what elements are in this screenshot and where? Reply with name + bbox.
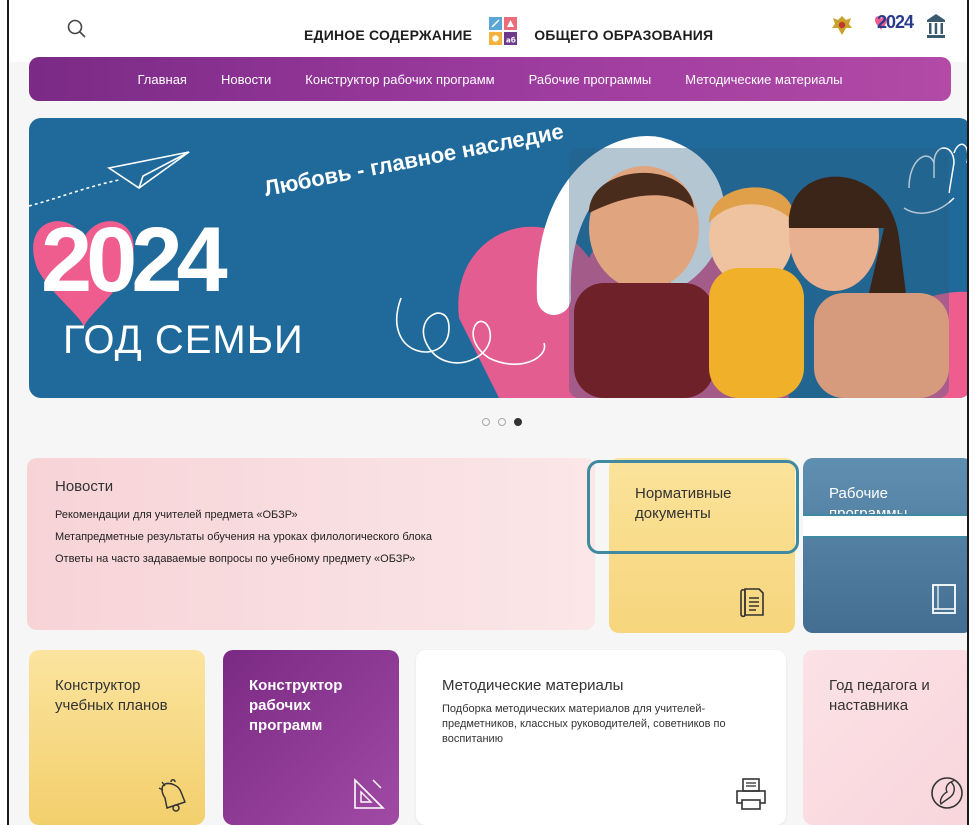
- book-icon: [932, 584, 956, 614]
- year-of-family-logo[interactable]: 2024: [869, 12, 914, 40]
- paper-plane-icon: [29, 151, 190, 207]
- slider-dot-1[interactable]: [482, 418, 490, 426]
- banner-subtitle: ГОД СЕМЬИ: [63, 318, 304, 362]
- main-nav: Главная Новости Конструктор рабочих прог…: [29, 57, 951, 101]
- news-item[interactable]: Рекомендации для учителей предмета «ОБЗР…: [55, 504, 432, 526]
- crane-icon: [931, 777, 963, 809]
- academy-logo[interactable]: [925, 12, 947, 40]
- year-of-family-number: 2024: [877, 12, 914, 32]
- curriculum-constructor-card[interactable]: Конструктор учебных планов: [29, 650, 205, 825]
- slider-dots: [482, 418, 522, 426]
- news-heading[interactable]: Новости: [55, 478, 113, 495]
- news-card[interactable]: Новости Рекомендации для учителей предме…: [27, 458, 595, 630]
- bell-icon: [158, 779, 186, 812]
- hero-banner[interactable]: Любовь - главное наследие 2024 ГОД СЕМЬИ: [29, 118, 967, 398]
- overlay-bar: [803, 514, 967, 538]
- site-title-left: ЕДИНОЕ СОДЕРЖАНИЕ: [304, 27, 473, 43]
- nav-item-home[interactable]: Главная: [137, 72, 186, 87]
- curriculum-constructor-title: Конструктор учебных планов: [55, 677, 168, 714]
- site-header: ЕДИНОЕ СОДЕРЖАНИЕ аб ОБЩЕГО ОБРАЗОВАНИЯ: [9, 0, 967, 62]
- nav-item-news[interactable]: Новости: [221, 72, 271, 87]
- banner-year: 2024: [41, 209, 228, 311]
- printer-icon: [736, 778, 766, 810]
- search-button[interactable]: [64, 16, 90, 42]
- nav-item-program-constructor[interactable]: Конструктор рабочих программ: [305, 72, 494, 87]
- work-programs-card[interactable]: Рабочие программы: [803, 458, 967, 633]
- browser-viewport: ЕДИНОЕ СОДЕРЖАНИЕ аб ОБЩЕГО ОБРАЗОВАНИЯ: [7, 0, 969, 825]
- document-icon: [740, 588, 764, 618]
- nav-item-methodical-materials[interactable]: Методические материалы: [685, 72, 842, 87]
- news-list: Рекомендации для учителей предмета «ОБЗР…: [55, 504, 432, 570]
- slider-dot-2[interactable]: [498, 418, 506, 426]
- methodical-materials-description: Подборка методических материалов для учи…: [442, 703, 726, 745]
- slider-dot-3-active[interactable]: [514, 418, 522, 426]
- site-title[interactable]: ЕДИНОЕ СОДЕРЖАНИЕ аб ОБЩЕГО ОБРАЗОВАНИЯ: [304, 17, 714, 50]
- normative-documents-card[interactable]: Нормативные документы: [609, 458, 795, 633]
- svg-text:аб: аб: [506, 37, 516, 45]
- ruler-triangle-icon: [354, 778, 385, 809]
- search-icon: [67, 19, 86, 38]
- program-constructor-title: Конструктор рабочих программ: [249, 677, 343, 734]
- partner-logos: 2024: [829, 12, 947, 40]
- site-title-right: ОБЩЕГО ОБРАЗОВАНИЯ: [534, 27, 714, 43]
- ministry-emblem-icon[interactable]: [829, 13, 855, 39]
- edsoo-logo: аб: [489, 17, 518, 45]
- news-item[interactable]: Ответы на часто задаваемые вопросы по уч…: [55, 548, 432, 570]
- year-of-teacher-title: Год педагога и наставника: [829, 677, 930, 714]
- program-constructor-card[interactable]: Конструктор рабочих программ: [223, 650, 399, 825]
- normative-documents-title: Нормативные документы: [635, 485, 732, 522]
- nav-item-work-programs[interactable]: Рабочие программы: [529, 72, 652, 87]
- methodical-materials-card[interactable]: Методические материалы Подборка методиче…: [416, 650, 786, 825]
- methodical-materials-title: Методические материалы: [442, 677, 624, 694]
- year-of-teacher-card[interactable]: Год педагога и наставника: [803, 650, 967, 825]
- news-item[interactable]: Метапредметные результаты обучения на ур…: [55, 526, 432, 548]
